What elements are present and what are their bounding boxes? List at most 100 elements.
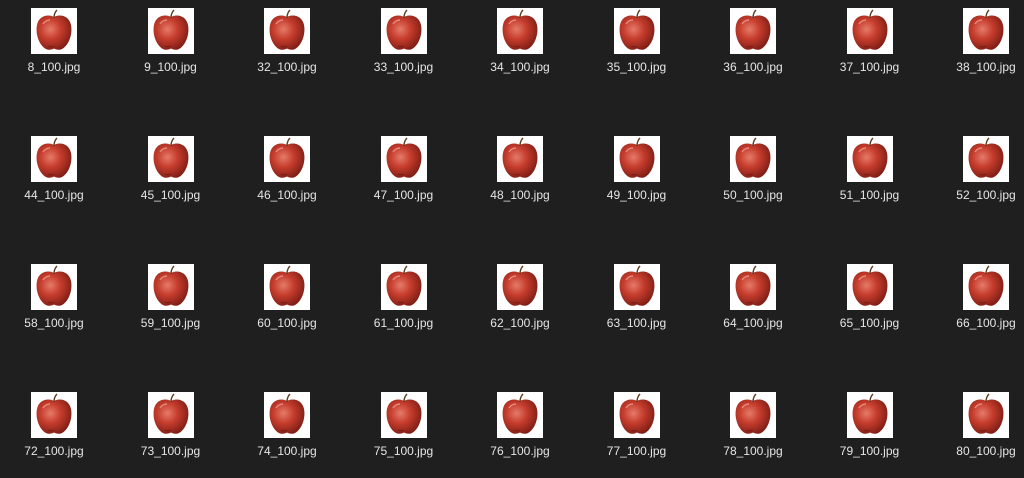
- file-item[interactable]: 74_100.jpg: [233, 387, 341, 469]
- file-item[interactable]: 49_100.jpg: [583, 131, 691, 213]
- apple-thumbnail-icon[interactable]: [31, 136, 77, 182]
- file-name-label: 45_100.jpg: [140, 188, 201, 202]
- file-name-label: 65_100.jpg: [839, 316, 900, 330]
- apple-thumbnail-icon[interactable]: [963, 392, 1009, 438]
- apple-thumbnail-icon[interactable]: [31, 392, 77, 438]
- apple-thumbnail-icon[interactable]: [730, 136, 776, 182]
- file-item[interactable]: 73_100.jpg: [117, 387, 225, 469]
- apple-thumbnail-icon[interactable]: [147, 392, 194, 438]
- apple-thumbnail-icon[interactable]: [380, 8, 427, 54]
- apple-thumbnail-icon[interactable]: [963, 136, 1009, 182]
- file-name-label: 51_100.jpg: [839, 188, 900, 202]
- apple-thumbnail-icon[interactable]: [730, 264, 776, 310]
- file-name-label: 75_100.jpg: [373, 444, 434, 458]
- apple-thumbnail-icon[interactable]: [497, 136, 543, 182]
- file-item[interactable]: 38_100.jpg: [932, 3, 1024, 85]
- file-item[interactable]: 32_100.jpg: [233, 3, 341, 85]
- file-item[interactable]: 34_100.jpg: [466, 3, 574, 85]
- file-name-label: 59_100.jpg: [140, 316, 201, 330]
- file-item[interactable]: 64_100.jpg: [699, 259, 807, 341]
- apple-thumbnail-icon[interactable]: [264, 136, 310, 182]
- apple-thumbnail-icon[interactable]: [147, 136, 194, 182]
- apple-thumbnail-icon[interactable]: [846, 8, 893, 54]
- file-name-label: 61_100.jpg: [373, 316, 434, 330]
- file-name-label: 76_100.jpg: [490, 444, 550, 458]
- file-item[interactable]: 78_100.jpg: [699, 387, 807, 469]
- file-item[interactable]: 52_100.jpg: [932, 131, 1024, 213]
- file-name-label: 34_100.jpg: [490, 60, 550, 74]
- apple-thumbnail-icon[interactable]: [380, 136, 427, 182]
- apple-thumbnail-icon[interactable]: [846, 264, 893, 310]
- apple-thumbnail-icon[interactable]: [264, 264, 310, 310]
- file-name-label: 8_100.jpg: [27, 60, 81, 74]
- file-item[interactable]: 51_100.jpg: [816, 131, 924, 213]
- apple-thumbnail-icon[interactable]: [380, 392, 427, 438]
- file-item[interactable]: 36_100.jpg: [699, 3, 807, 85]
- file-item[interactable]: 50_100.jpg: [699, 131, 807, 213]
- file-item[interactable]: 60_100.jpg: [233, 259, 341, 341]
- file-grid: 8_100.jpg 9_100.jpg 32_100.jpg 33_100.jpg 34…: [0, 0, 1024, 478]
- apple-thumbnail-icon[interactable]: [264, 8, 310, 54]
- apple-thumbnail-icon[interactable]: [613, 8, 660, 54]
- file-name-label: 66_100.jpg: [956, 316, 1016, 330]
- file-item[interactable]: 9_100.jpg: [117, 3, 225, 85]
- file-item[interactable]: 58_100.jpg: [0, 259, 108, 341]
- file-name-label: 37_100.jpg: [839, 60, 900, 74]
- apple-thumbnail-icon[interactable]: [497, 264, 543, 310]
- file-name-label: 36_100.jpg: [723, 60, 783, 74]
- file-item[interactable]: 46_100.jpg: [233, 131, 341, 213]
- apple-thumbnail-icon[interactable]: [31, 264, 77, 310]
- apple-thumbnail-icon[interactable]: [497, 392, 543, 438]
- apple-thumbnail-icon[interactable]: [613, 136, 660, 182]
- file-name-label: 73_100.jpg: [140, 444, 201, 458]
- file-name-label: 50_100.jpg: [723, 188, 783, 202]
- file-item[interactable]: 66_100.jpg: [932, 259, 1024, 341]
- file-item[interactable]: 79_100.jpg: [816, 387, 924, 469]
- apple-thumbnail-icon[interactable]: [31, 8, 77, 54]
- file-item[interactable]: 61_100.jpg: [350, 259, 458, 341]
- apple-thumbnail-icon[interactable]: [497, 8, 543, 54]
- apple-thumbnail-icon[interactable]: [147, 264, 194, 310]
- apple-thumbnail-icon[interactable]: [963, 264, 1009, 310]
- file-item[interactable]: 80_100.jpg: [932, 387, 1024, 469]
- apple-thumbnail-icon[interactable]: [963, 8, 1009, 54]
- apple-thumbnail-icon[interactable]: [846, 136, 893, 182]
- apple-thumbnail-icon[interactable]: [730, 8, 776, 54]
- file-item[interactable]: 35_100.jpg: [583, 3, 691, 85]
- file-name-label: 32_100.jpg: [257, 60, 317, 74]
- file-item[interactable]: 33_100.jpg: [350, 3, 458, 85]
- file-name-label: 58_100.jpg: [24, 316, 84, 330]
- file-name-label: 9_100.jpg: [144, 60, 197, 74]
- file-name-label: 35_100.jpg: [606, 60, 667, 74]
- file-item[interactable]: 47_100.jpg: [350, 131, 458, 213]
- file-name-label: 63_100.jpg: [606, 316, 667, 330]
- file-name-label: 46_100.jpg: [257, 188, 317, 202]
- apple-thumbnail-icon[interactable]: [380, 264, 427, 310]
- apple-thumbnail-icon[interactable]: [613, 264, 660, 310]
- apple-thumbnail-icon[interactable]: [730, 392, 776, 438]
- file-item[interactable]: 59_100.jpg: [117, 259, 225, 341]
- file-item[interactable]: 65_100.jpg: [816, 259, 924, 341]
- file-item[interactable]: 77_100.jpg: [583, 387, 691, 469]
- apple-thumbnail-icon[interactable]: [264, 392, 310, 438]
- file-item[interactable]: 8_100.jpg: [0, 3, 108, 85]
- file-name-label: 44_100.jpg: [24, 188, 84, 202]
- apple-thumbnail-icon[interactable]: [846, 392, 893, 438]
- file-item[interactable]: 63_100.jpg: [583, 259, 691, 341]
- file-item[interactable]: 76_100.jpg: [466, 387, 574, 469]
- file-name-label: 47_100.jpg: [373, 188, 434, 202]
- file-item[interactable]: 72_100.jpg: [0, 387, 108, 469]
- file-name-label: 33_100.jpg: [373, 60, 434, 74]
- file-item[interactable]: 48_100.jpg: [466, 131, 574, 213]
- file-name-label: 62_100.jpg: [490, 316, 550, 330]
- file-name-label: 49_100.jpg: [606, 188, 667, 202]
- file-name-label: 60_100.jpg: [257, 316, 317, 330]
- file-name-label: 64_100.jpg: [723, 316, 783, 330]
- file-item[interactable]: 44_100.jpg: [0, 131, 108, 213]
- apple-thumbnail-icon[interactable]: [613, 392, 660, 438]
- file-item[interactable]: 62_100.jpg: [466, 259, 574, 341]
- file-item[interactable]: 45_100.jpg: [117, 131, 225, 213]
- apple-thumbnail-icon[interactable]: [147, 8, 194, 54]
- file-item[interactable]: 75_100.jpg: [350, 387, 458, 469]
- file-item[interactable]: 37_100.jpg: [816, 3, 924, 85]
